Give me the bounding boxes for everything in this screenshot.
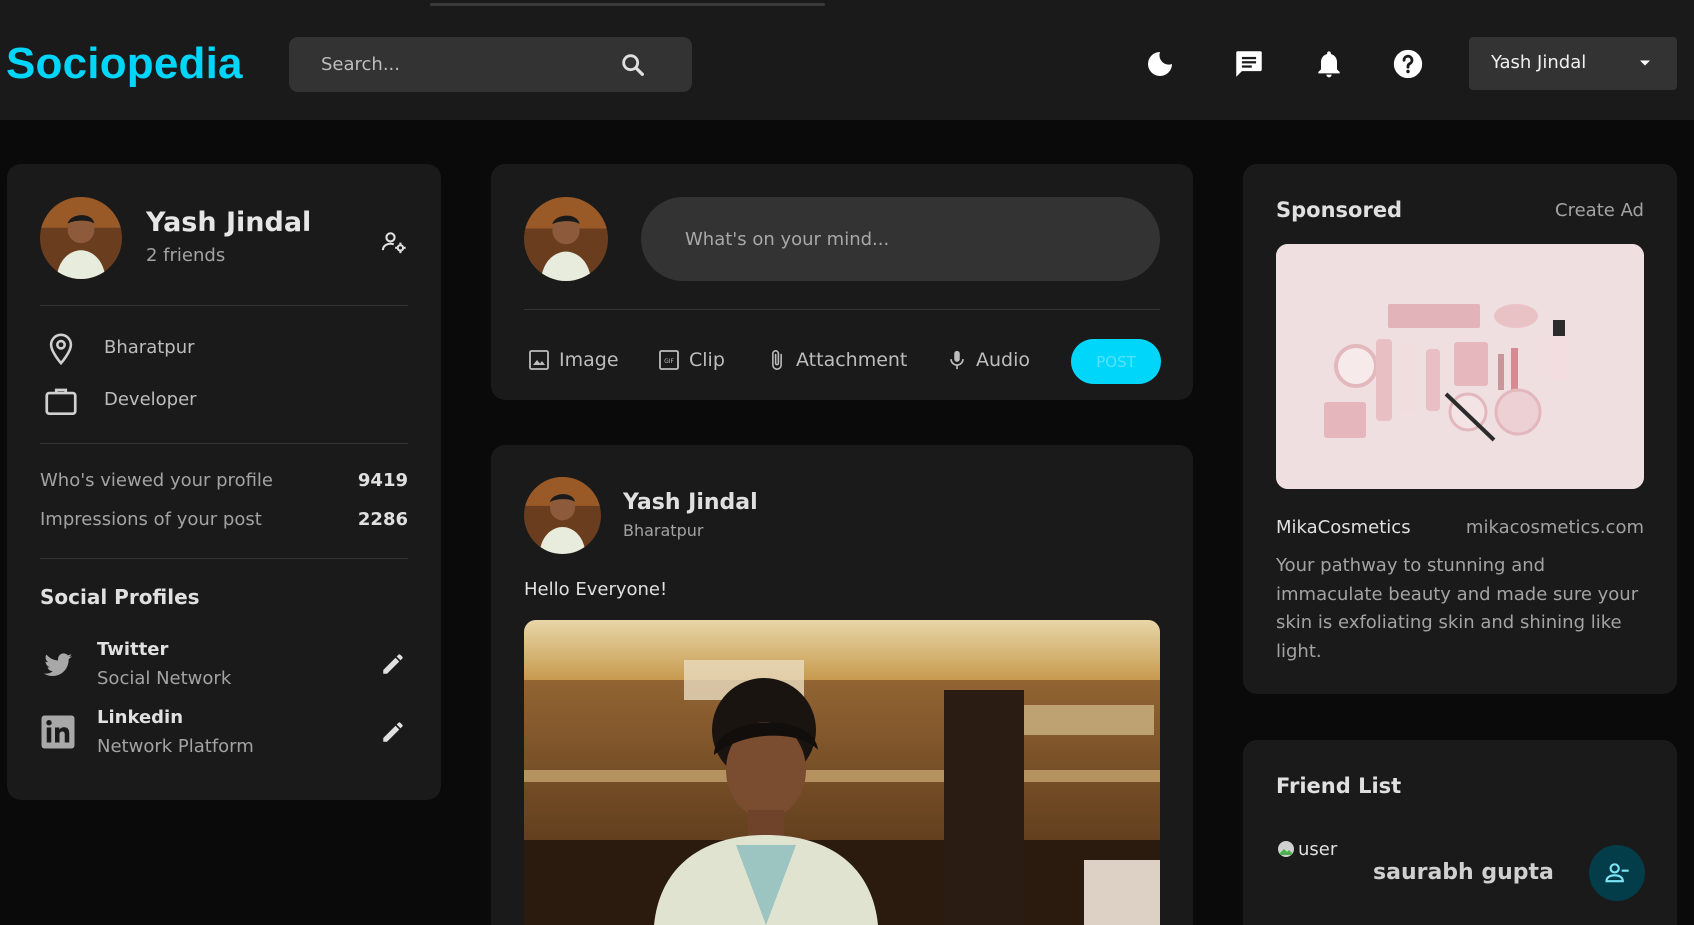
search-input[interactable] [321,37,621,92]
sponsored-title: Sponsored [1276,198,1403,222]
microphone-icon [950,350,964,370]
stat-value: 9419 [357,470,408,491]
divider [40,443,408,444]
scroll-indicator [430,3,825,6]
image-button[interactable]: Image [527,344,619,376]
post-author-avatar[interactable] [524,477,601,554]
broken-image-icon [1278,841,1294,857]
svg-text:GIF: GIF [664,358,674,365]
profile-location: Bharatpur [104,337,195,358]
divider [40,305,408,306]
post-image [524,620,1160,925]
ad-description: Your pathway to stunning and immaculate … [1276,555,1639,662]
ad-image[interactable] [1276,244,1644,489]
social-profiles-title: Social Profiles [40,585,200,609]
user-select[interactable]: Yash Jindal [1469,37,1677,90]
profile-name[interactable]: Yash Jindal [146,207,311,238]
search-bar [289,37,692,92]
manage-account-icon[interactable] [380,228,408,256]
message-icon[interactable] [1229,44,1269,84]
post-input-box [641,197,1160,281]
social-twitter-name: Twitter [97,639,169,660]
profile-occupation: Developer [104,389,197,410]
friend-avatar[interactable]: user [1276,838,1337,860]
attachment-icon [772,350,782,370]
remove-friend-button[interactable] [1589,845,1645,901]
notifications-icon[interactable] [1309,44,1349,84]
attachment-button[interactable]: Attachment [766,344,907,376]
image-label: Image [559,349,619,371]
stat-label: Who's viewed your profile [40,470,273,491]
image-icon [529,350,549,370]
person-remove-icon [1605,863,1629,883]
ad-brand: MikaCosmetics [1276,517,1411,538]
clip-label: Clip [689,349,725,371]
divider [524,309,1160,310]
logo[interactable]: Sociopedia [6,39,243,89]
create-ad-link[interactable]: Create Ad [1555,200,1644,221]
dark-mode-icon[interactable] [1140,44,1180,84]
post-input[interactable] [685,197,1125,281]
composer-avatar [524,197,608,281]
briefcase-icon [45,388,77,416]
friend-avatar-alt: user [1298,838,1338,860]
linkedin-icon [41,715,75,749]
social-linkedin-sub: Network Platform [97,736,254,757]
location-icon [49,333,73,366]
post-author-location: Bharatpur [623,521,704,540]
caret-down-icon [1640,60,1650,66]
stat-value: 2286 [357,509,408,530]
social-linkedin-name: Linkedin [97,707,184,728]
gif-icon: GIF [659,350,679,370]
user-select-label: Yash Jindal [1491,52,1587,73]
post-button[interactable]: POST [1071,339,1161,384]
ad-url[interactable]: mikacosmetics.com [1466,517,1644,538]
social-twitter-sub: Social Network [97,668,232,689]
profile-friends: 2 friends [146,245,226,266]
attachment-label: Attachment [796,349,908,371]
profile-avatar[interactable] [40,197,122,279]
post-text: Hello Everyone! [524,579,668,600]
clip-button[interactable]: GIF Clip [657,344,725,376]
friend-name[interactable]: saurabh gupta [1373,860,1554,885]
search-icon[interactable] [619,51,647,79]
post-author-name[interactable]: Yash Jindal [623,490,758,515]
twitter-icon [43,653,73,677]
friend-list-title: Friend List [1276,774,1402,798]
help-icon[interactable] [1388,44,1428,84]
navbar: Sociopedia Yash Jindal [0,8,1694,120]
audio-label: Audio [976,349,1031,371]
stat-label: Impressions of your post [40,509,262,530]
edit-icon[interactable] [380,651,406,677]
divider [40,558,408,559]
edit-icon[interactable] [380,719,406,745]
audio-button[interactable]: Audio [946,344,1030,376]
top-strip [0,0,1694,8]
